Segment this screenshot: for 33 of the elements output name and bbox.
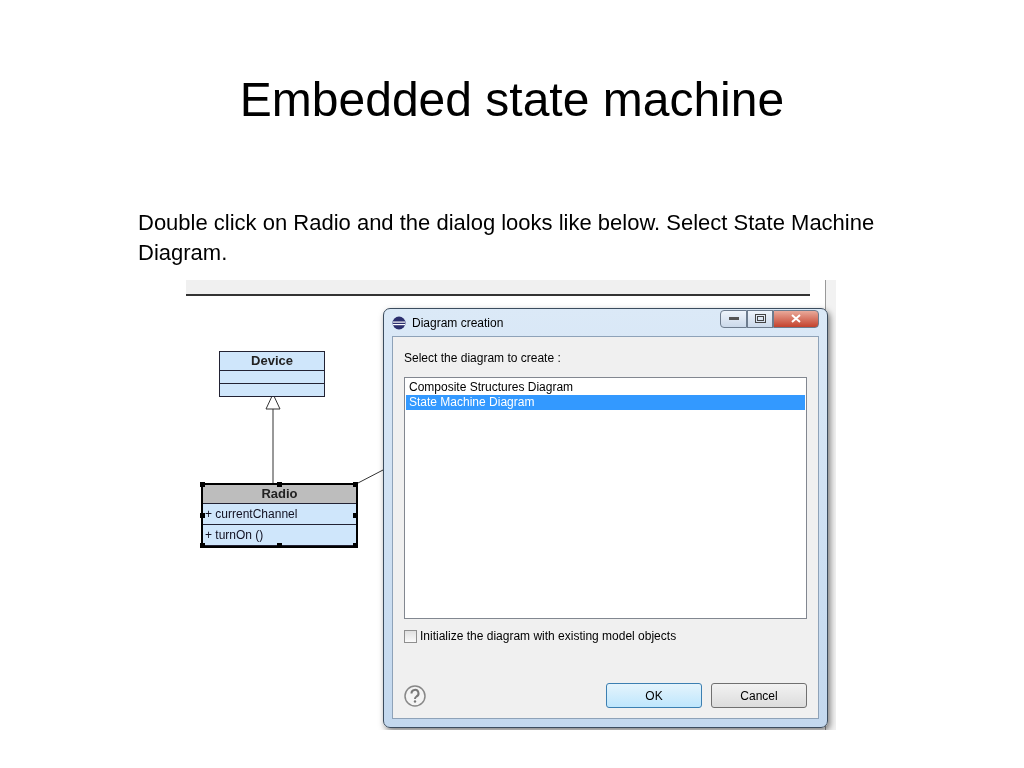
window-title: Diagram creation <box>412 315 505 330</box>
class-operation: + turnOn () <box>205 527 265 544</box>
selection-handle[interactable] <box>276 482 282 487</box>
class-attribute: + currentChannel <box>205 506 299 523</box>
list-item[interactable]: Composite Structures Diagram <box>406 380 805 395</box>
diagram-list[interactable]: Composite Structures Diagram State Machine Diagram <box>404 377 807 619</box>
selection-handle[interactable] <box>353 482 358 487</box>
minimize-icon <box>728 317 739 320</box>
cancel-button[interactable]: Cancel <box>711 683 807 708</box>
selection-handle[interactable] <box>200 512 205 518</box>
selection-handle[interactable] <box>353 512 358 518</box>
prompt-label: Select the diagram to create : <box>404 351 562 367</box>
slide-text: Double click on Radio and the dialog looks like below. Select State Machine Diagram. <box>138 209 876 267</box>
connector-line <box>357 469 384 484</box>
maximize-icon <box>754 314 766 323</box>
selection-handle[interactable] <box>353 543 358 548</box>
class-name: Device <box>220 352 324 371</box>
close-button[interactable] <box>773 309 819 328</box>
uml-class[interactable]: Radio + currentChannel + turnOn () <box>201 483 358 548</box>
class-name: Radio <box>203 485 356 504</box>
help-icon[interactable] <box>404 684 426 707</box>
checkbox[interactable] <box>404 629 417 643</box>
selection-handle[interactable] <box>200 543 205 548</box>
maximize-button[interactable] <box>747 309 773 328</box>
app-icon <box>392 315 406 330</box>
selection-handle[interactable] <box>200 482 205 487</box>
slide-title: Embedded state machine <box>238 72 786 128</box>
ok-button[interactable]: OK <box>606 683 702 708</box>
close-icon <box>791 314 801 323</box>
checkbox-label[interactable]: Initialize the diagram with existing model objects <box>420 629 677 643</box>
uml-class[interactable]: Device <box>219 351 325 397</box>
selection-handle[interactable] <box>276 543 282 548</box>
minimize-button[interactable] <box>720 309 747 328</box>
